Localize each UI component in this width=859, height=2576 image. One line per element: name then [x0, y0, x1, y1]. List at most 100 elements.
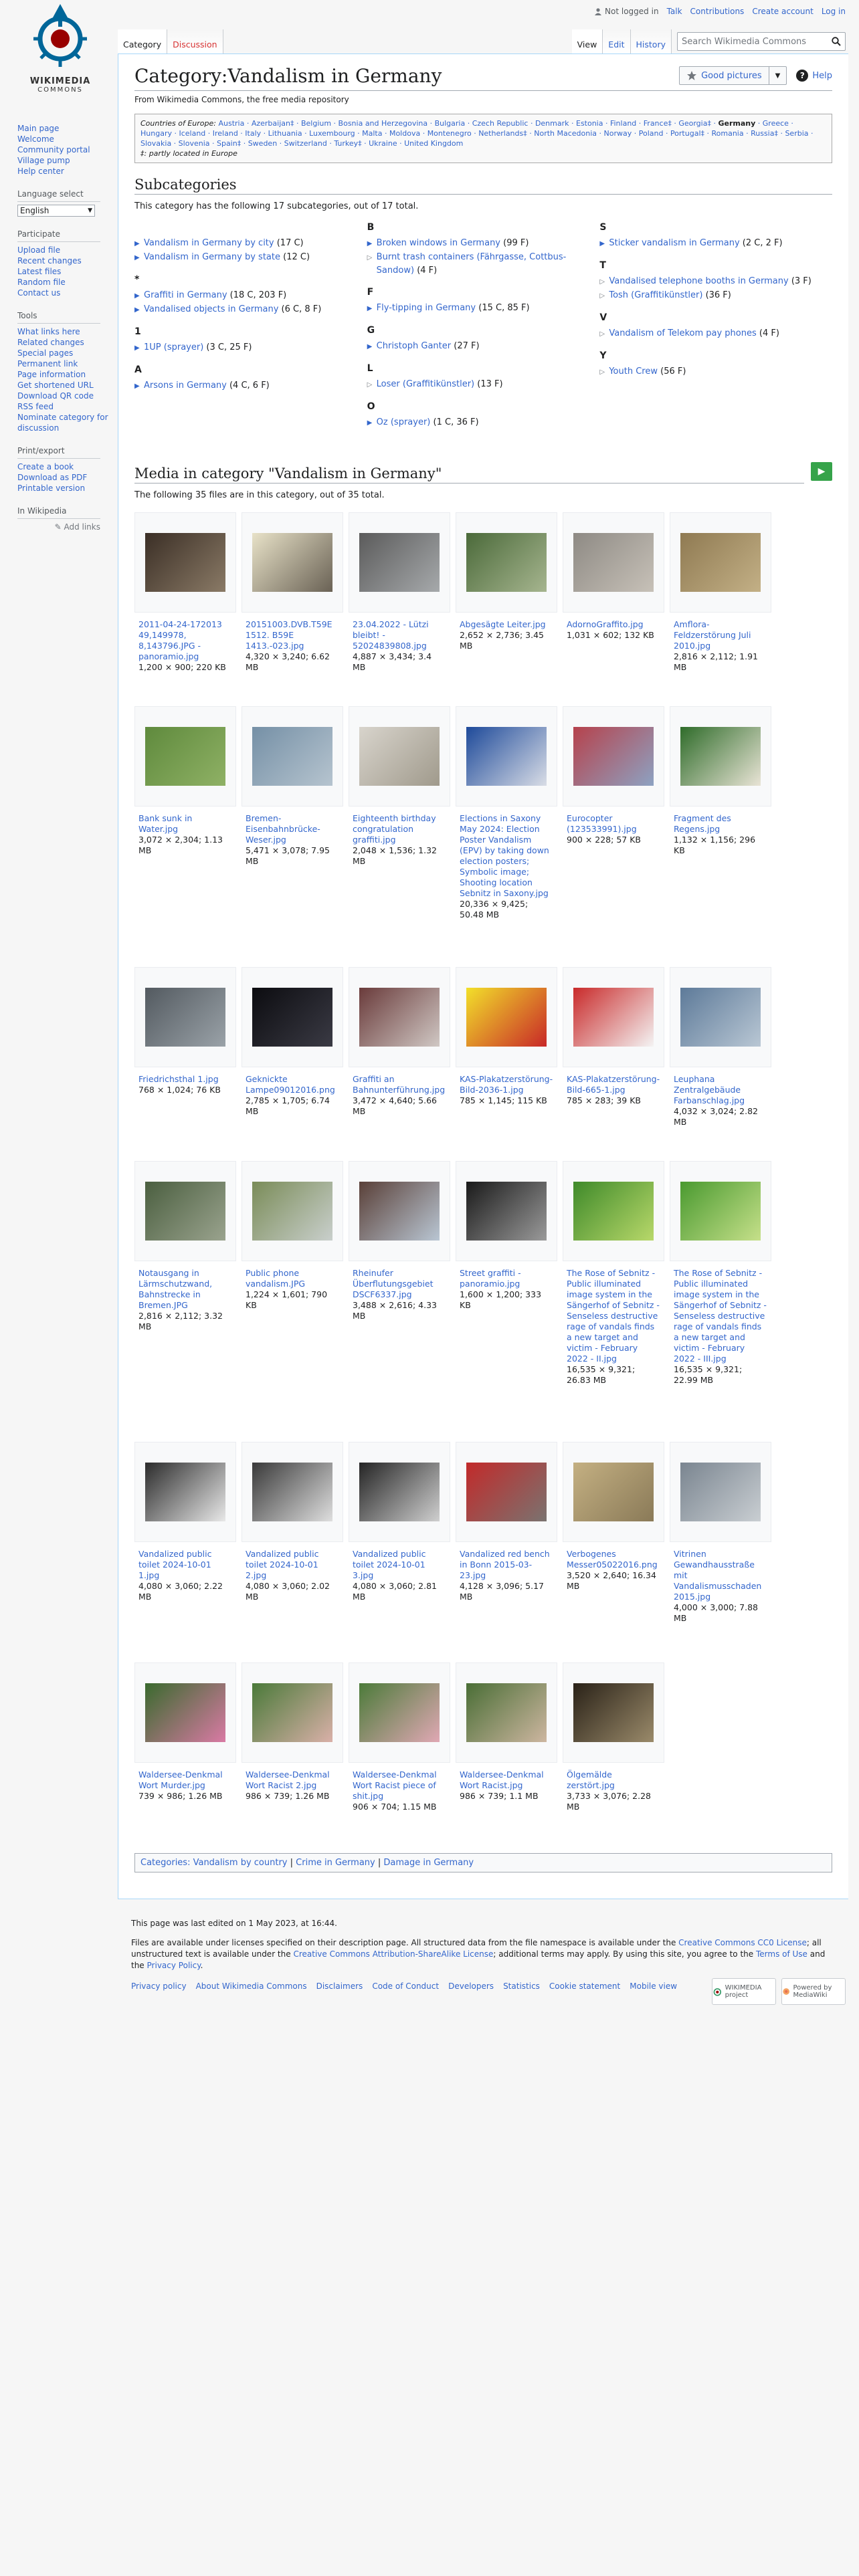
file-name-link[interactable]: KAS-Plakatzerstörung-Bild-665-1.jpg — [567, 1074, 660, 1095]
powered-by-mediawiki-badge[interactable]: Powered by MediaWiki — [781, 1978, 846, 2005]
file-name-link[interactable]: Vandalized public toilet 2024-10-01 3.jp… — [353, 1549, 446, 1581]
cc-by-sa-link[interactable]: Creative Commons Attribution-ShareAlike … — [293, 1949, 493, 1959]
subcategory-link[interactable]: Vandalised objects in Germany — [144, 304, 278, 314]
site-logo[interactable]: WIKIMEDIA COMMONS — [13, 0, 107, 107]
thumbnail-image[interactable] — [573, 533, 654, 592]
file-name-link[interactable]: Rheinufer Überflutungsgebiet DSCF6337.jp… — [353, 1268, 446, 1300]
thumbnail-image[interactable] — [680, 727, 761, 786]
sidebar-item-add-links[interactable]: ✎ Add links — [17, 522, 100, 532]
file-thumbnail[interactable] — [670, 706, 771, 807]
thumbnail-image[interactable] — [466, 727, 547, 786]
file-thumbnail[interactable] — [349, 706, 450, 807]
thumbnail-image[interactable] — [359, 533, 440, 592]
subcategory-link[interactable]: Burnt trash containers (Fährgasse, Cottb… — [377, 252, 567, 276]
catlink-crime-in-germany[interactable]: Crime in Germany — [296, 1858, 375, 1868]
sidebar-item-download-pdf[interactable]: Download as PDF — [17, 472, 111, 483]
terms-link[interactable]: Terms of Use — [756, 1949, 807, 1959]
thumbnail-image[interactable] — [573, 1683, 654, 1742]
file-thumbnail[interactable] — [563, 512, 664, 613]
sidebar-item-special-pages[interactable]: Special pages — [17, 348, 111, 358]
sidebar-item-community-portal[interactable]: Community portal — [17, 144, 111, 155]
file-thumbnail[interactable] — [563, 1442, 664, 1542]
thumbnail-image[interactable] — [252, 1683, 332, 1742]
file-thumbnail[interactable] — [563, 1161, 664, 1261]
expand-triangle-icon[interactable]: ▶ — [367, 340, 377, 354]
file-thumbnail[interactable] — [242, 706, 343, 807]
file-name-link[interactable]: Verbogenes Messer05022016.png — [567, 1549, 660, 1570]
sidebar-item-help-center[interactable]: Help center — [17, 166, 111, 177]
file-thumbnail[interactable] — [456, 967, 557, 1067]
file-thumbnail[interactable] — [349, 967, 450, 1067]
footer-disclaimers[interactable]: Disclaimers — [316, 1981, 363, 1992]
footer-about[interactable]: About Wikimedia Commons — [196, 1981, 307, 1992]
thumbnail-image[interactable] — [359, 1463, 440, 1521]
sidebar-item-related-changes[interactable]: Related changes — [17, 337, 111, 348]
thumbnail-image[interactable] — [680, 533, 761, 592]
categories-label[interactable]: Categories: — [140, 1858, 190, 1868]
file-thumbnail[interactable] — [134, 1662, 236, 1763]
file-name-link[interactable]: Leuphana Zentralgebäude Farbanschlag.jpg — [674, 1074, 767, 1106]
file-thumbnail[interactable] — [670, 967, 771, 1067]
sidebar-item-rss-feed[interactable]: RSS feed — [17, 401, 111, 412]
thumbnail-image[interactable] — [252, 533, 332, 592]
sidebar-item-village-pump[interactable]: Village pump — [17, 155, 111, 166]
catlink-damage-in-germany[interactable]: Damage in Germany — [383, 1858, 474, 1868]
thumbnail-image[interactable] — [145, 1463, 225, 1521]
file-thumbnail[interactable] — [242, 1662, 343, 1763]
file-thumbnail[interactable] — [563, 967, 664, 1067]
sidebar-item-create-book[interactable]: Create a book — [17, 461, 111, 472]
file-thumbnail[interactable] — [349, 512, 450, 613]
footer-mobile-view[interactable]: Mobile view — [630, 1981, 677, 1992]
privacy-policy-link[interactable]: Privacy Policy — [147, 1961, 201, 1970]
file-name-link[interactable]: Vandalized public toilet 2024-10-01 1.jp… — [138, 1549, 232, 1581]
help-link[interactable]: ? Help — [796, 70, 832, 82]
file-name-link[interactable]: Street graffiti - panoramio.jpg — [460, 1268, 553, 1289]
thumbnail-image[interactable] — [145, 533, 225, 592]
sidebar-item-what-links-here[interactable]: What links here — [17, 326, 111, 337]
thumbnail-image[interactable] — [359, 1182, 440, 1241]
file-thumbnail[interactable] — [242, 967, 343, 1067]
subcategory-link[interactable]: Graffiti in Germany — [144, 290, 227, 300]
file-thumbnail[interactable] — [134, 1161, 236, 1261]
sidebar-item-permanent-link[interactable]: Permanent link — [17, 358, 111, 369]
file-name-link[interactable]: Bank sunk in Water.jpg — [138, 813, 232, 835]
file-thumbnail[interactable] — [670, 1442, 771, 1542]
file-name-link[interactable]: AdornoGraffito.jpg — [567, 619, 660, 630]
expand-triangle-icon[interactable]: ▶ — [134, 237, 144, 251]
footer-cookie-statement[interactable]: Cookie statement — [549, 1981, 620, 1992]
sidebar-item-contact-us[interactable]: Contact us — [17, 288, 111, 298]
file-name-link[interactable]: Geknickte Lampe09012016.png — [246, 1074, 339, 1095]
thumbnail-image[interactable] — [145, 1182, 225, 1241]
file-name-link[interactable]: Ölgemälde zerstört.jpg — [567, 1769, 660, 1791]
contributions-link[interactable]: Contributions — [690, 7, 745, 16]
thumbnail-image[interactable] — [145, 988, 225, 1047]
file-thumbnail[interactable] — [349, 1161, 450, 1261]
file-name-link[interactable]: Notausgang in Lärmschutzwand, Bahnstreck… — [138, 1268, 232, 1311]
thumbnail-image[interactable] — [252, 727, 332, 786]
thumbnail-image[interactable] — [573, 988, 654, 1047]
sidebar-item-qr-code[interactable]: Download QR code — [17, 391, 111, 401]
tab-edit[interactable]: Edit — [603, 29, 631, 53]
sidebar-item-welcome[interactable]: Welcome — [17, 134, 111, 144]
file-thumbnail[interactable] — [349, 1662, 450, 1763]
thumbnail-image[interactable] — [359, 1683, 440, 1742]
catlink-vandalism-by-country[interactable]: Vandalism by country — [193, 1858, 288, 1868]
language-select[interactable]: English ▼ — [17, 205, 95, 217]
expand-triangle-icon[interactable]: ▶ — [367, 417, 377, 430]
thumbnail-image[interactable] — [359, 988, 440, 1047]
subcategory-link[interactable]: Tosh (Graffitikünstler) — [609, 290, 702, 300]
file-name-link[interactable]: Vandalized red bench in Bonn 2015-03-23.… — [460, 1549, 553, 1581]
good-pictures-button[interactable]: Good pictures ▼ — [679, 66, 787, 85]
file-thumbnail[interactable] — [134, 512, 236, 613]
file-thumbnail[interactable] — [456, 1161, 557, 1261]
expand-triangle-icon[interactable]: ▶ — [134, 342, 144, 355]
sidebar-item-upload-file[interactable]: Upload file — [17, 245, 111, 255]
file-name-link[interactable]: Public phone vandalism.JPG — [246, 1268, 339, 1289]
file-name-link[interactable]: KAS-Plakatzerstörung-Bild-2036-1.jpg — [460, 1074, 553, 1095]
file-name-link[interactable]: Waldersee-Denkmal Wort Racist.jpg — [460, 1769, 553, 1791]
log-in-link[interactable]: Log in — [822, 7, 846, 16]
file-name-link[interactable]: Amflora-Feldzerstörung Juli 2010.jpg — [674, 619, 767, 651]
subcategory-link[interactable]: 1UP (sprayer) — [144, 342, 203, 352]
file-thumbnail[interactable] — [134, 706, 236, 807]
file-thumbnail[interactable] — [456, 1442, 557, 1542]
